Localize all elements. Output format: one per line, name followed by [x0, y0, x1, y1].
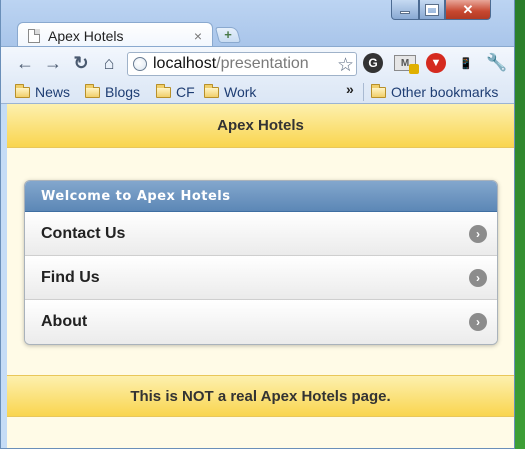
page-title: Apex Hotels: [7, 104, 514, 148]
tab-close-icon[interactable]: ×: [192, 28, 204, 44]
list-item-label: Contact Us: [41, 224, 126, 242]
reload-icon[interactable]: ↻: [71, 53, 91, 73]
globe-icon: [133, 57, 147, 71]
page-footer: This is NOT a real Apex Hotels page.: [7, 375, 514, 417]
address-path: /presentation: [216, 55, 309, 72]
menu-list: Welcome to Apex Hotels Contact Us › Find…: [24, 180, 498, 345]
plus-icon: +: [224, 27, 232, 42]
chevron-right-icon: ›: [469, 269, 487, 287]
minimize-icon: [400, 11, 410, 14]
tab-title: Apex Hotels: [48, 27, 124, 44]
folder-icon: [204, 83, 219, 98]
extension-mail-icon[interactable]: M: [394, 55, 419, 74]
bookmark-label: CF: [176, 84, 195, 100]
bookmarks-bar: News Blogs CF Work » Other bookmarks: [1, 80, 514, 104]
folder-icon: [156, 83, 171, 98]
bookmark-work[interactable]: Work: [204, 83, 256, 101]
list-item-about[interactable]: About ›: [25, 300, 497, 344]
page-content: Apex Hotels Welcome to Apex Hotels Conta…: [7, 104, 514, 448]
list-divider: Welcome to Apex Hotels: [25, 181, 497, 212]
extension-download-icon[interactable]: ▼: [426, 53, 446, 73]
browser-window: Apex Hotels × + ✕ ← → ↻ ⌂ localhost/pres…: [0, 0, 515, 449]
close-icon: ✕: [462, 1, 474, 17]
address-host: localhost: [153, 55, 217, 72]
folder-icon: [15, 83, 30, 98]
bookmark-label: Blogs: [105, 84, 141, 100]
forward-icon[interactable]: →: [43, 53, 63, 73]
folder-icon: [85, 83, 100, 98]
bookmark-other[interactable]: Other bookmarks: [371, 83, 498, 101]
bookmarks-separator: [363, 83, 364, 101]
address-text: localhost/presentation: [153, 55, 309, 73]
maximize-button[interactable]: [419, 0, 445, 20]
chevron-right-icon: ›: [469, 313, 487, 331]
back-icon[interactable]: ←: [15, 53, 35, 73]
list-item-label: About: [41, 313, 88, 330]
bookmark-cf[interactable]: CF: [156, 83, 195, 101]
bookmark-star-icon[interactable]: ☆: [334, 54, 354, 75]
bookmark-label: News: [35, 84, 71, 100]
page-favicon-icon: [28, 28, 40, 43]
list-item-label: Find Us: [41, 268, 100, 286]
bookmarks-overflow-icon[interactable]: »: [346, 81, 354, 97]
list-item-find-us[interactable]: Find Us ›: [25, 256, 497, 300]
tab-apex-hotels[interactable]: Apex Hotels ×: [17, 22, 213, 48]
bookmark-label: Work: [224, 84, 257, 100]
new-tab-button[interactable]: +: [214, 27, 242, 43]
bookmark-blogs[interactable]: Blogs: [85, 83, 140, 101]
extension-g-icon[interactable]: G: [363, 53, 383, 73]
address-bar[interactable]: localhost/presentation ☆: [127, 52, 357, 76]
window-controls: ✕: [391, 0, 491, 20]
home-icon[interactable]: ⌂: [99, 53, 119, 73]
folder-icon: [371, 83, 386, 98]
title-bar: Apex Hotels × + ✕: [1, 0, 514, 48]
maximize-icon: [425, 3, 439, 16]
extension-phone-icon[interactable]: 📱: [456, 53, 476, 73]
wrench-icon[interactable]: 🔧: [486, 53, 507, 73]
minimize-button[interactable]: [391, 0, 419, 20]
chevron-right-icon: ›: [469, 225, 487, 243]
bookmark-label: Other bookmarks: [391, 84, 499, 100]
bookmark-news[interactable]: News: [15, 83, 70, 101]
list-item-contact-us[interactable]: Contact Us ›: [25, 212, 497, 256]
browser-toolbar: ← → ↻ ⌂ localhost/presentation ☆ G M ▼ 📱…: [1, 46, 514, 80]
close-window-button[interactable]: ✕: [445, 0, 491, 20]
